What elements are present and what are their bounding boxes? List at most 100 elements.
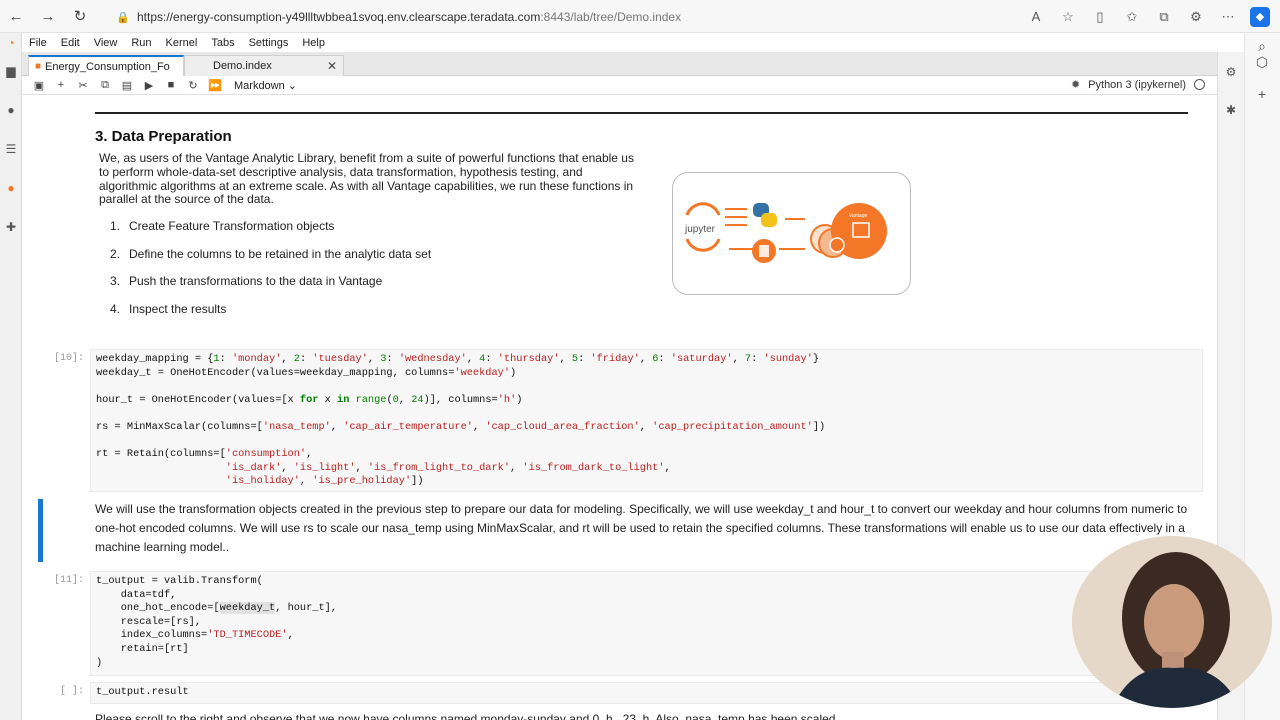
notebook-icon: ■ <box>35 61 42 72</box>
list-item: 2. Define the columns to be retained in t… <box>110 247 431 275</box>
stop-icon[interactable]: ■ <box>160 79 182 91</box>
more-icon[interactable]: ⋯ <box>1218 7 1238 27</box>
jupyter-arc-top <box>685 202 721 216</box>
property-inspector-icon[interactable]: ⚙ <box>1223 64 1239 80</box>
code-cell-11[interactable]: t_output = valib.Transform( data=tdf, on… <box>90 571 1203 676</box>
step-text: Create Feature Transformation objects <box>129 219 335 233</box>
notebook-toolbar: ▣ + ✂ ⧉ ▤ ▶ ■ ↻ ⏩ Markdown ⌄ ✹ Python 3 … <box>22 76 1217 95</box>
architecture-diagram: jupyter Vantage <box>672 172 911 295</box>
vantage-label: Vantage <box>849 213 867 219</box>
tab-label: Demo.index <box>213 60 272 72</box>
extensions-icon[interactable]: ⚙ <box>1186 7 1206 27</box>
browser-actions: A ☆ ▯ ✩ ⧉ ⚙ ⋯ ◆ <box>1026 0 1270 33</box>
list-item: 1. Create Feature Transformation objects <box>110 219 431 247</box>
step-number: 2. <box>110 246 121 261</box>
folder-icon[interactable]: ▆ <box>3 63 19 79</box>
gear-icon <box>829 237 845 253</box>
favorite-icon[interactable]: ☆ <box>1058 7 1078 27</box>
read-aloud-icon[interactable]: A <box>1026 7 1046 27</box>
diagram-graphic: jupyter Vantage <box>684 202 887 263</box>
reload-icon[interactable]: ↻ <box>64 0 96 32</box>
steps-list: 1. Create Feature Transformation objects … <box>110 219 431 329</box>
results-doc-sheet <box>759 245 769 257</box>
code-editor[interactable]: weekday_mapping = {1: 'monday', 2: 'tues… <box>91 350 1202 492</box>
add-icon[interactable]: + <box>1253 85 1271 103</box>
code-editor[interactable]: t_output.result <box>91 683 1202 703</box>
tab-bar: ■ Energy_Consumption_Fo Demo.index ✕ <box>22 52 1217 76</box>
code-cell-pending[interactable]: t_output.result <box>90 682 1203 704</box>
step-text: Inspect the results <box>129 301 227 316</box>
copilot-icon[interactable]: ◆ <box>1250 6 1270 27</box>
menu-run[interactable]: Run <box>124 37 158 49</box>
menu-tabs[interactable]: Tabs <box>204 37 241 49</box>
arrows-to-python <box>725 208 747 226</box>
lock-icon: 🔒 <box>116 12 130 24</box>
python-icon <box>753 203 777 227</box>
cell-type-select[interactable]: Markdown ⌄ <box>234 79 297 92</box>
cell-prompt: [10]: <box>53 353 84 364</box>
code-editor[interactable]: t_output = valib.Transform( data=tdf, on… <box>91 572 1202 673</box>
menu-file[interactable]: File <box>22 37 54 49</box>
browser-toolbar: ← → ↻ 🔒 https://energy-consumption-y49ll… <box>0 0 1280 33</box>
back-icon[interactable]: ← <box>0 0 32 32</box>
left-activity-rail: ◔ ▆ ● ☰ ● ✚ <box>0 33 22 720</box>
menu-edit[interactable]: Edit <box>54 37 87 49</box>
bug-icon[interactable]: ✹ <box>1071 78 1080 91</box>
menu-settings[interactable]: Settings <box>242 37 296 49</box>
kernel-status[interactable]: ✹ Python 3 (ipykernel) <box>1071 78 1205 91</box>
cell-prompt: [ ]: <box>59 686 84 697</box>
copy-icon[interactable]: ⧉ <box>94 79 116 92</box>
step-text: Define the columns to be retained in the… <box>129 246 432 261</box>
tab-label: Energy_Consumption_Fo <box>45 60 170 73</box>
collections-icon[interactable]: ⧉ <box>1154 7 1174 27</box>
restart-icon[interactable]: ↻ <box>182 79 204 92</box>
apps-icon[interactable]: ⬡ <box>1253 53 1271 71</box>
menu-view[interactable]: View <box>87 37 125 49</box>
close-icon[interactable]: ✕ <box>327 59 337 73</box>
menu-help[interactable]: Help <box>295 37 332 49</box>
url-path: :8443/lab/tree/Demo.index <box>540 10 682 24</box>
teradata-icon[interactable]: ● <box>3 180 19 196</box>
favorites-icon[interactable]: ✩ <box>1122 7 1142 27</box>
run-icon[interactable]: ▶ <box>138 79 160 92</box>
paste-icon[interactable]: ▤ <box>116 79 138 92</box>
menu-kernel[interactable]: Kernel <box>159 37 205 49</box>
kernel-idle-icon <box>1194 79 1205 90</box>
step-number: 1. <box>110 219 121 233</box>
notebook-panel: 3. Data Preparation We, as users of the … <box>22 96 1217 720</box>
tab-energy-consumption[interactable]: ■ Energy_Consumption_Fo <box>28 55 184 76</box>
jupyter-logo-icon: ◔ <box>7 36 15 50</box>
run-all-icon[interactable]: ⏩ <box>204 79 226 92</box>
jupyter-logo-text: jupyter <box>684 224 716 235</box>
intro-paragraph: We, as users of the Vantage Analytic Lib… <box>99 151 634 207</box>
partial-text-line: Please scroll to the right and observe t… <box>95 712 836 720</box>
tab-demo-index[interactable]: Demo.index ✕ <box>184 55 344 76</box>
step-text: Push the transformations to the data in … <box>129 274 383 288</box>
kernel-name: Python 3 (ipykernel) <box>1088 78 1186 91</box>
address-bar[interactable]: 🔒 https://energy-consumption-y49llltwbbe… <box>106 5 1086 29</box>
presenter-webcam <box>1072 536 1272 708</box>
insert-cell-icon[interactable]: + <box>50 79 72 91</box>
presenter-avatar-icon <box>1072 536 1272 708</box>
url-host: https://energy-consumption-y49llltwbbea1… <box>137 10 541 24</box>
toc-icon[interactable]: ☰ <box>3 141 19 157</box>
extension-icon[interactable]: ✚ <box>3 219 19 235</box>
divider <box>95 112 1188 114</box>
cut-icon[interactable]: ✂ <box>72 79 94 92</box>
section-heading: 3. Data Preparation <box>95 128 232 145</box>
cell-prompt: [11]: <box>53 575 84 586</box>
split-screen-icon[interactable]: ▯ <box>1090 7 1110 27</box>
list-item: 3. Push the transformations to the data i… <box>110 274 431 302</box>
code-cell-10[interactable]: weekday_mapping = {1: 'monday', 2: 'tues… <box>90 349 1203 492</box>
step-number: 4. <box>110 301 121 316</box>
step-number: 3. <box>110 274 121 288</box>
save-icon[interactable]: ▣ <box>28 79 50 92</box>
jupyter-arc-bottom <box>685 238 721 252</box>
cell-type-value: Markdown <box>234 79 285 92</box>
cell-selection-indicator <box>38 499 43 562</box>
forward-icon[interactable]: → <box>32 0 64 32</box>
markdown-cell[interactable]: We will use the transformation objects c… <box>95 500 1195 557</box>
debugger-icon[interactable]: ✱ <box>1223 102 1239 118</box>
menu-bar: File Edit View Run Kernel Tabs Settings … <box>22 33 1244 52</box>
running-icon[interactable]: ● <box>3 102 19 118</box>
